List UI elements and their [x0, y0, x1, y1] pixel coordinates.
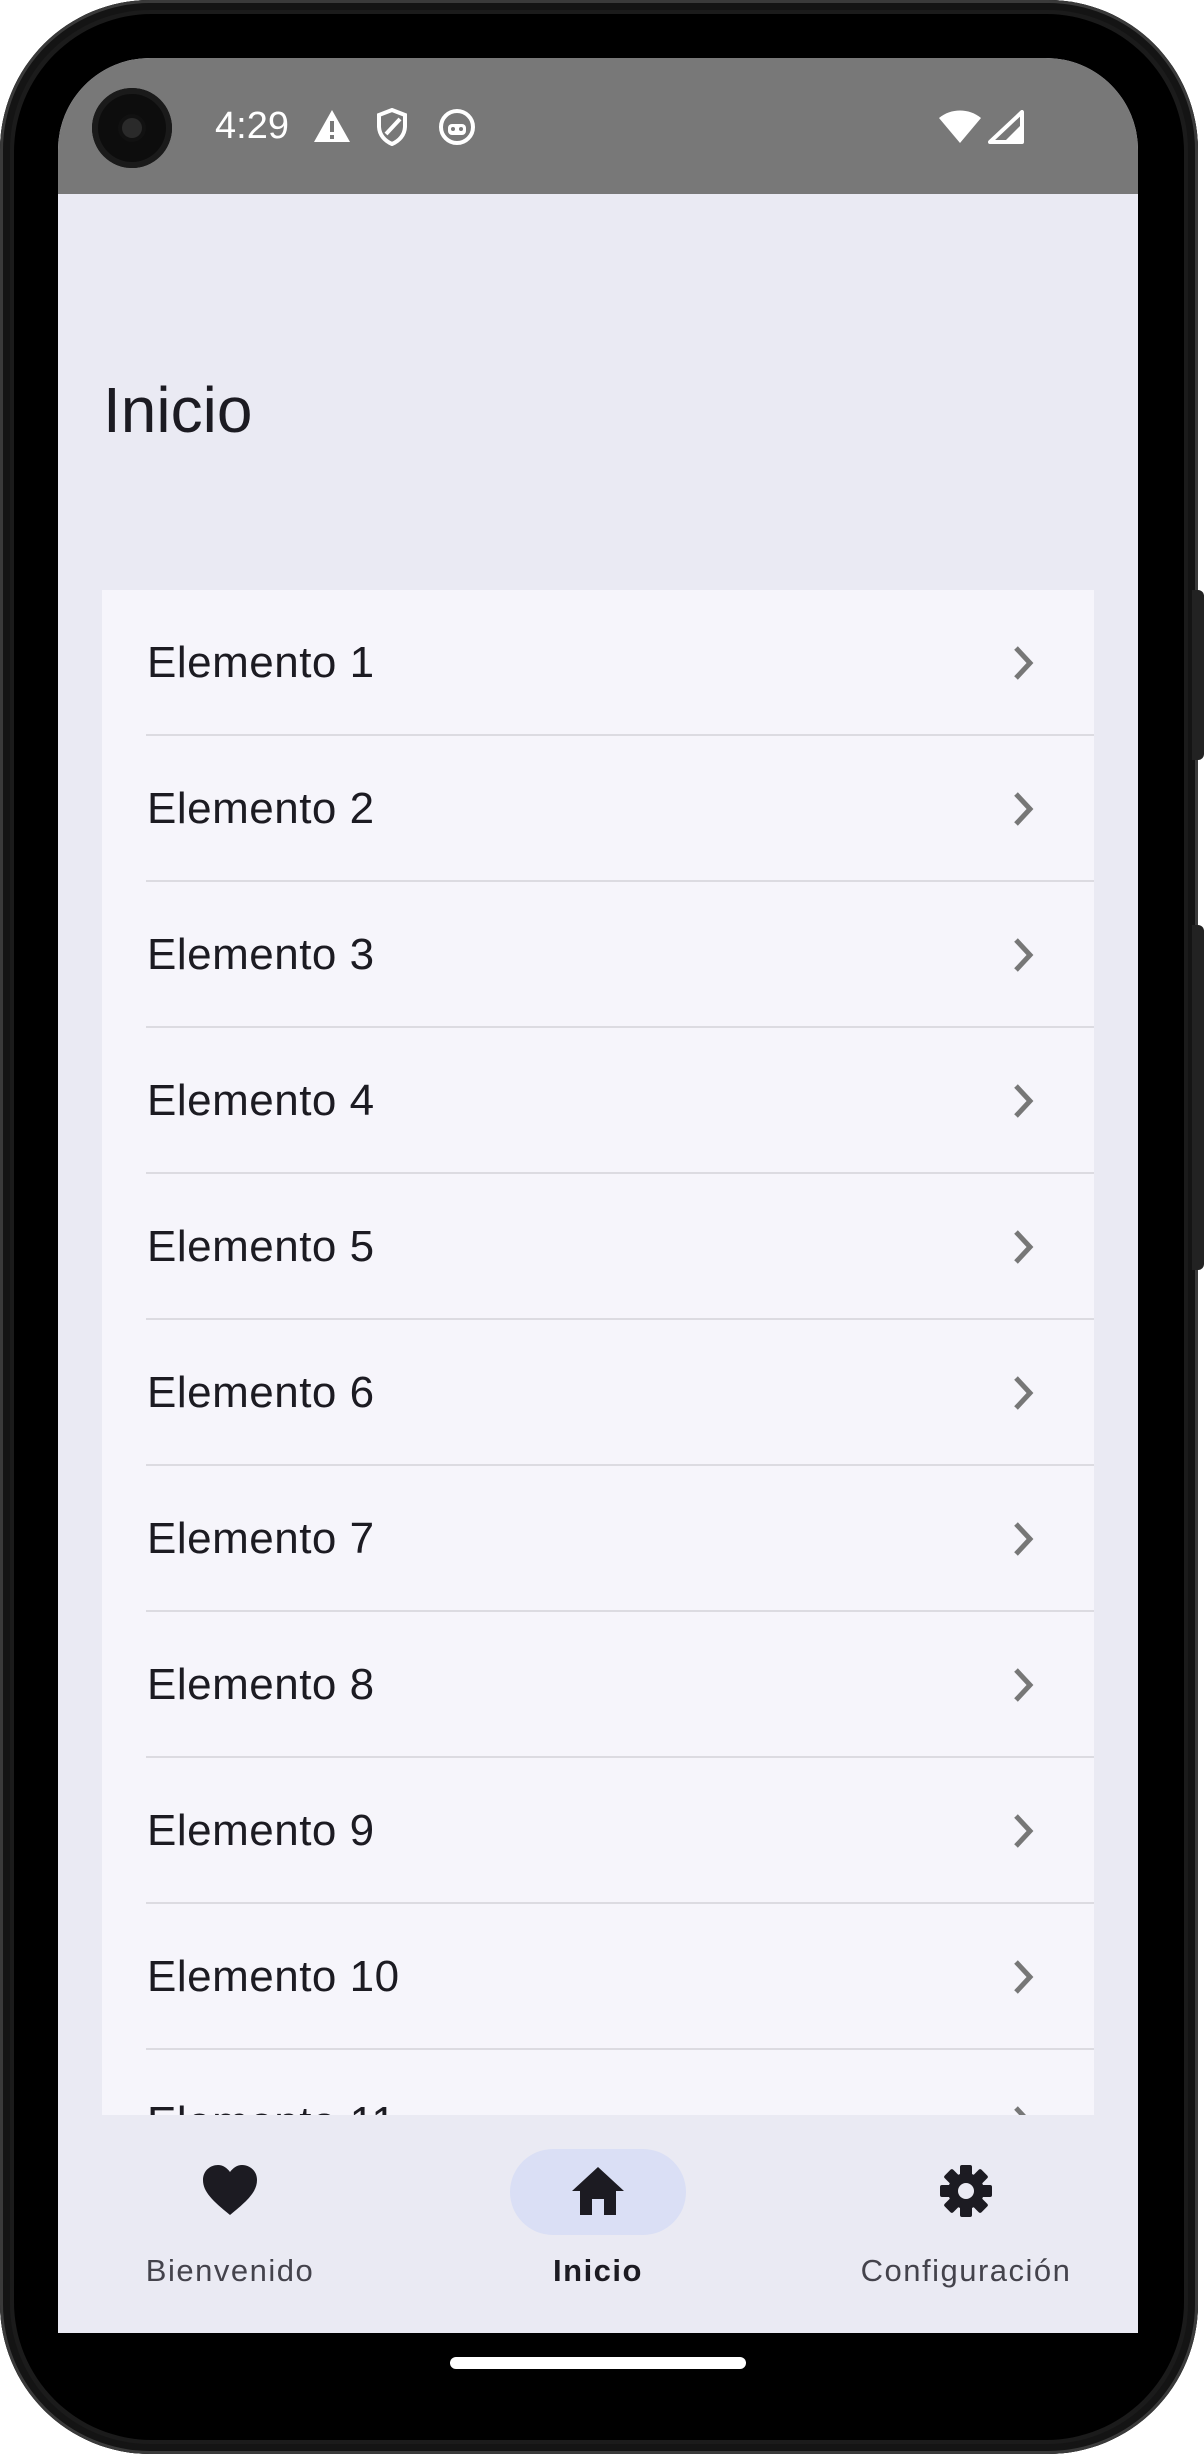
- item-list[interactable]: Elemento 1 Elemento 2 Elemento 3 Element…: [102, 590, 1094, 2174]
- nav-item-configuracion[interactable]: Configuración: [816, 2149, 1116, 2299]
- volume-button: [1192, 925, 1204, 1270]
- chevron-right-icon: [1014, 1230, 1034, 1264]
- chevron-right-icon: [1014, 1814, 1034, 1848]
- chevron-right-icon: [1014, 1960, 1034, 1994]
- list-item-label: Elemento 6: [147, 1368, 375, 1417]
- chevron-right-icon: [1014, 1084, 1034, 1118]
- list-item-label: Elemento 10: [147, 1952, 400, 2001]
- shield-icon: [377, 108, 407, 146]
- list-item-label: Elemento 7: [147, 1514, 375, 1563]
- list-item-label: Elemento 5: [147, 1222, 375, 1271]
- nav-label: Inicio: [553, 2253, 643, 2288]
- list-item-label: Elemento 8: [147, 1660, 375, 1709]
- bottom-navigation: Bienvenido Inicio Configuración: [58, 2115, 1138, 2333]
- list-item-label: Elemento 1: [147, 638, 375, 687]
- status-bar: 4:29: [58, 58, 1138, 194]
- chevron-right-icon: [1014, 938, 1034, 972]
- list-item[interactable]: Elemento 6: [102, 1320, 1094, 1466]
- list-item-label: Elemento 9: [147, 1806, 375, 1855]
- chevron-right-icon: [1014, 1668, 1034, 1702]
- list-item[interactable]: Elemento 9: [102, 1758, 1094, 1904]
- list-item[interactable]: Elemento 8: [102, 1612, 1094, 1758]
- list-item[interactable]: Elemento 4: [102, 1028, 1094, 1174]
- gear-icon: [940, 2165, 992, 2217]
- home-icon: [572, 2167, 624, 2215]
- cell-signal-icon: [988, 110, 1024, 144]
- list-item[interactable]: Elemento 10: [102, 1904, 1094, 2050]
- list-item-label: Elemento 2: [147, 784, 375, 833]
- heart-icon: [203, 2165, 257, 2215]
- phone-frame: 4:29 Inicio Elemento 1 Elemento 2 Elemen…: [0, 0, 1204, 2454]
- android-face-icon: [439, 109, 475, 145]
- gesture-home-indicator[interactable]: [450, 2357, 746, 2369]
- chevron-right-icon: [1014, 646, 1034, 680]
- list-item-label: Elemento 3: [147, 930, 375, 979]
- status-time: 4:29: [215, 105, 289, 147]
- nav-label: Bienvenido: [145, 2253, 315, 2288]
- front-camera: [92, 88, 172, 168]
- chevron-right-icon: [1014, 1522, 1034, 1556]
- chevron-right-icon: [1014, 1376, 1034, 1410]
- page-title: Inicio: [103, 374, 253, 446]
- list-item[interactable]: Elemento 2: [102, 736, 1094, 882]
- power-button: [1192, 590, 1204, 760]
- list-item[interactable]: Elemento 3: [102, 882, 1094, 1028]
- list-item[interactable]: Elemento 5: [102, 1174, 1094, 1320]
- nav-item-inicio[interactable]: Inicio: [448, 2149, 748, 2299]
- screen: 4:29 Inicio Elemento 1 Elemento 2 Elemen…: [58, 58, 1138, 2333]
- chevron-right-icon: [1014, 792, 1034, 826]
- list-item-label: Elemento 4: [147, 1076, 375, 1125]
- nav-label: Configuración: [860, 2253, 1072, 2288]
- list-item[interactable]: Elemento 1: [102, 590, 1094, 736]
- nav-item-bienvenido[interactable]: Bienvenido: [80, 2149, 380, 2299]
- list-item[interactable]: Elemento 7: [102, 1466, 1094, 1612]
- wifi-icon: [939, 110, 981, 143]
- warning-icon: [314, 110, 350, 142]
